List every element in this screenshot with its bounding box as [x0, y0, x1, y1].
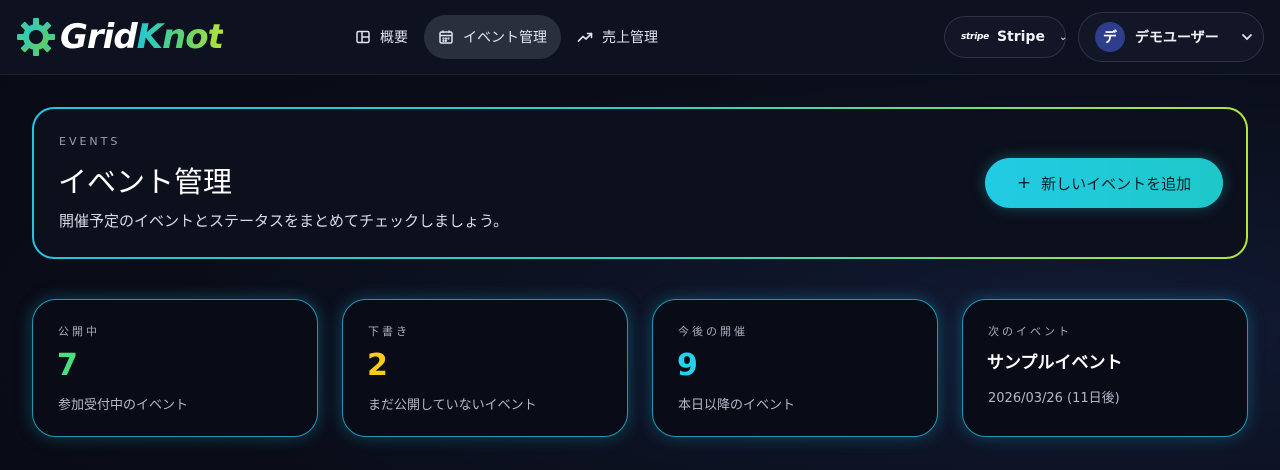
nav-item-events[interactable]: イベント管理 — [424, 15, 561, 59]
stat-description: 本日以降のイベント — [678, 398, 796, 413]
stat-card-drafts: 下書き 2 まだ公開していないイベント — [342, 299, 628, 437]
nav-item-label: 売上管理 — [602, 30, 658, 46]
stat-label: 次のイベント — [988, 325, 1072, 338]
nav-item-overview[interactable]: 概要 — [341, 15, 422, 59]
chevron-down-icon: ⌄ — [1058, 31, 1068, 43]
trending-up-icon — [577, 32, 593, 42]
stat-label: 下書き — [368, 325, 410, 338]
user-name: デモユーザー — [1135, 30, 1219, 46]
stripe-account-dropdown[interactable]: stripe Stripe ⌄ — [944, 16, 1068, 58]
stat-label: 公開中 — [58, 325, 100, 338]
layout-icon — [356, 30, 370, 44]
stat-card-next-event[interactable]: 次のイベント サンプルイベント 2026/03/26 (11日後) — [962, 299, 1248, 437]
stat-value: 2 — [367, 348, 388, 383]
add-event-button[interactable]: + 新しいイベントを追加 — [985, 158, 1223, 208]
brand-logo[interactable]: GridKnot — [16, 16, 224, 58]
stripe-logo: stripe — [961, 32, 989, 42]
stat-card-upcoming: 今後の開催 9 本日以降のイベント — [652, 299, 938, 437]
events-hero-inner: EVENTS イベント管理 開催予定のイベントとステータスをまとめてチェックしま… — [34, 109, 1246, 257]
brand-name-part1: Grid — [60, 17, 138, 57]
stat-value: 9 — [677, 348, 698, 383]
stripe-label: Stripe — [996, 29, 1045, 45]
stat-value: 7 — [57, 348, 78, 383]
events-hero-panel: EVENTS イベント管理 開催予定のイベントとステータスをまとめてチェックしま… — [32, 107, 1248, 259]
stat-card-published: 公開中 7 参加受付中のイベント — [32, 299, 318, 437]
next-event-date: 2026/03/26 (11日後) — [988, 391, 1120, 406]
nav-item-sales[interactable]: 売上管理 — [563, 15, 672, 59]
nav-item-label: 概要 — [380, 30, 408, 46]
brand-name-part2: Knot — [136, 17, 224, 57]
page-description: 開催予定のイベントとステータスをまとめてチェックしましょう。 — [59, 212, 509, 230]
page-title: イベント管理 — [58, 165, 233, 199]
chevron-down-icon — [1241, 34, 1252, 41]
add-event-label: 新しいイベントを追加 — [1041, 174, 1192, 193]
top-header: GridKnot 概要 イベント管理 売上管理 stripe Stripe ⌄ — [0, 0, 1280, 75]
stat-description: まだ公開していないイベント — [368, 398, 537, 413]
avatar: デ — [1095, 22, 1125, 52]
next-event-title: サンプルイベント — [987, 353, 1123, 373]
user-menu-button[interactable]: デ デモユーザー — [1078, 12, 1264, 62]
nav-item-label: イベント管理 — [463, 30, 547, 46]
stat-description: 参加受付中のイベント — [58, 398, 189, 413]
gear-logo-icon — [17, 18, 55, 56]
main-nav: 概要 イベント管理 売上管理 — [341, 15, 674, 59]
plus-icon: + — [1016, 173, 1032, 193]
stat-label: 今後の開催 — [678, 325, 748, 338]
calendar-icon — [439, 30, 453, 44]
section-eyebrow: EVENTS — [59, 135, 121, 148]
brand-name: GridKnot — [60, 17, 224, 57]
